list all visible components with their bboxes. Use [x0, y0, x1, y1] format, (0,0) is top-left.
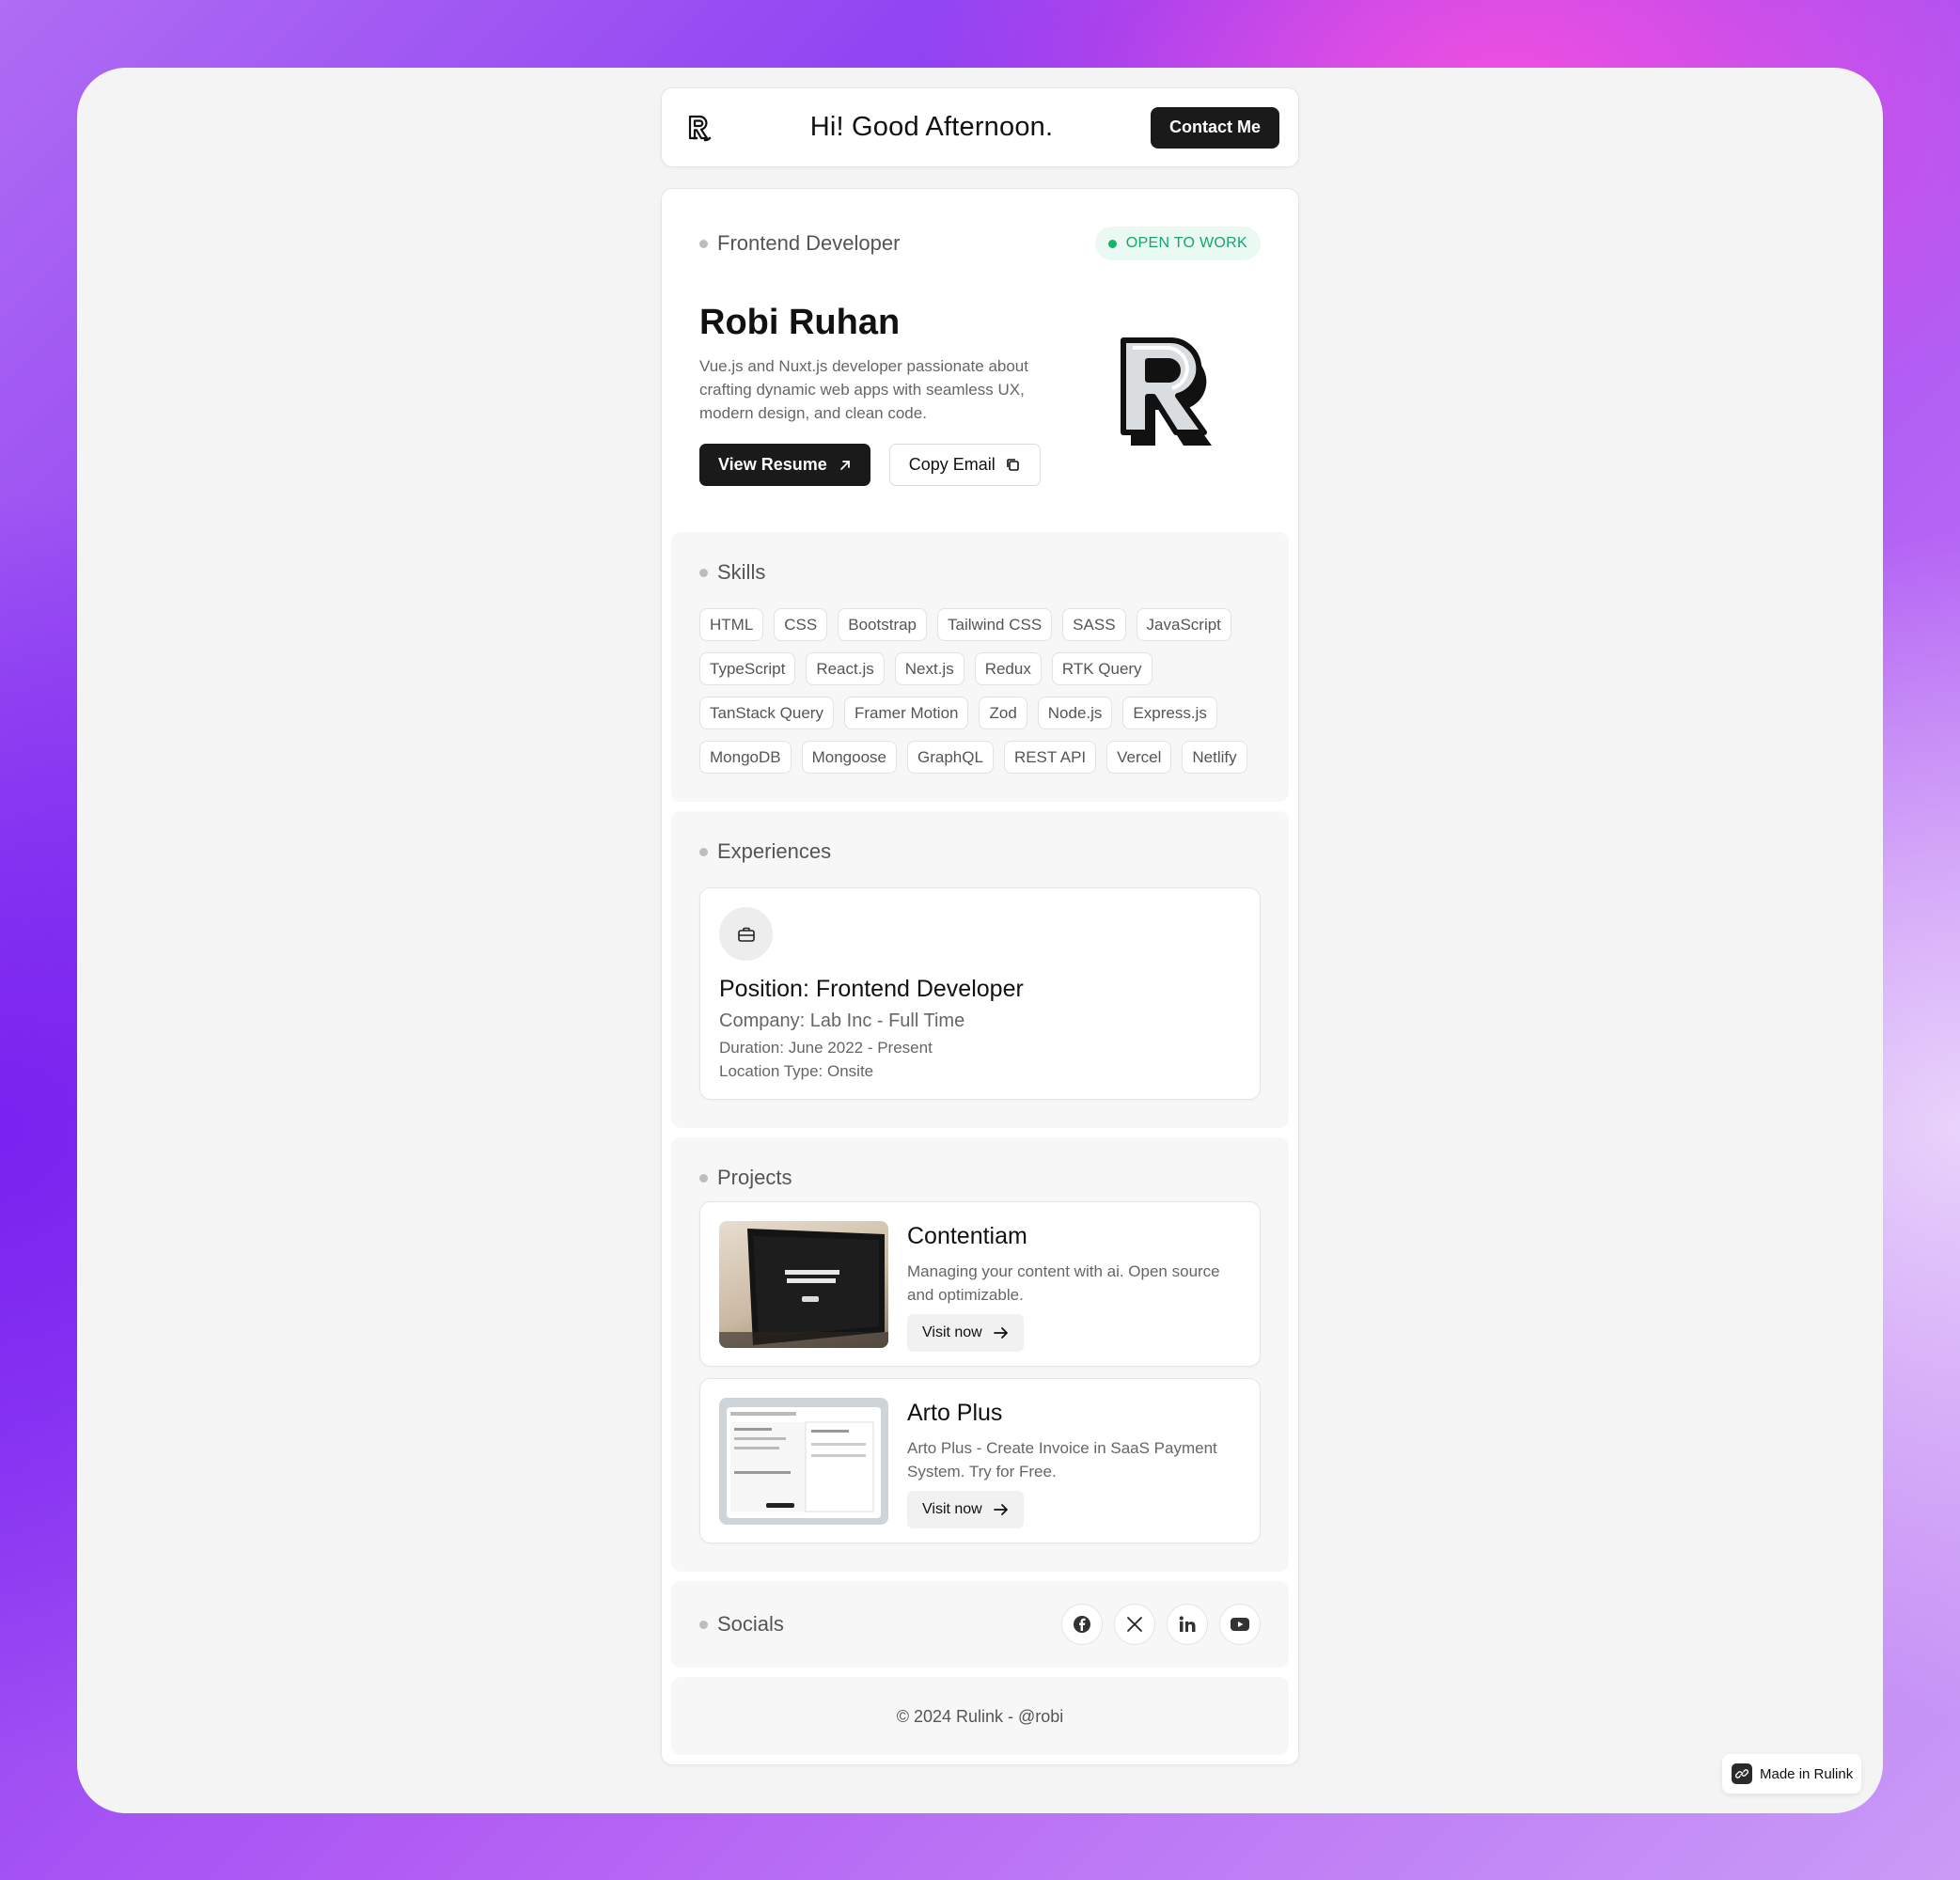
skill-chip: Next.js	[894, 652, 964, 685]
visit-now-label: Visit now	[922, 1324, 982, 1340]
skill-chip: Framer Motion	[843, 697, 969, 729]
status-badge: OPEN TO WORK	[1094, 227, 1261, 260]
socials-section: Socials	[671, 1581, 1289, 1668]
visit-now-label: Visit now	[922, 1501, 982, 1517]
status-text: OPEN TO WORK	[1125, 235, 1247, 251]
experience-duration: Duration: June 2022 - Present	[719, 1039, 933, 1057]
footer-text: © 2024 Rulink - @robi	[896, 1707, 1064, 1726]
role-text: Frontend Developer	[717, 231, 901, 255]
skill-chip: Zod	[979, 697, 1027, 729]
skill-chip: TypeScript	[699, 652, 796, 685]
facebook-icon[interactable]	[1061, 1604, 1103, 1645]
copy-email-label: Copy Email	[908, 455, 996, 474]
skill-chip: React.js	[806, 652, 885, 685]
top-header: Hi! Good Afternoon. Contact Me	[661, 87, 1299, 167]
projects-title: Projects	[717, 1166, 792, 1189]
experience-position: Position: Frontend Developer	[719, 976, 1024, 1002]
made-in-rulink-badge[interactable]: Made in Rulink	[1722, 1754, 1861, 1794]
skill-chip: Redux	[974, 652, 1042, 685]
experience-location: Location Type: Onsite	[719, 1062, 874, 1080]
arrow-right-icon	[993, 1504, 1008, 1515]
skills-list: HTML CSS Bootstrap Tailwind CSS SASS Jav…	[699, 608, 1273, 774]
bullet-dot	[699, 847, 708, 856]
project-thumbnail[interactable]	[719, 1221, 888, 1348]
visit-now-button[interactable]: Visit now	[907, 1314, 1024, 1352]
link-icon	[1732, 1763, 1752, 1784]
skill-chip: Tailwind CSS	[937, 608, 1053, 641]
skill-chip: SASS	[1062, 608, 1126, 641]
made-in-rulink-label: Made in Rulink	[1760, 1765, 1854, 1782]
bullet-dot	[699, 568, 708, 577]
visit-now-button[interactable]: Visit now	[907, 1491, 1024, 1528]
skill-chip: Netlify	[1182, 741, 1247, 774]
project-title: Contentiam	[907, 1223, 1027, 1249]
skill-chip: Mongoose	[801, 741, 897, 774]
brand-logo-large	[1121, 337, 1212, 446]
socials-heading: Socials	[699, 1612, 784, 1637]
briefcase-icon	[719, 907, 773, 961]
project-card: Contentiam Managing your content with ai…	[699, 1201, 1261, 1367]
project-card: Arto Plus Arto Plus - Create Invoice in …	[699, 1378, 1261, 1543]
view-resume-label: View Resume	[718, 455, 827, 474]
skill-chip: GraphQL	[907, 741, 994, 774]
experiences-title: Experiences	[717, 839, 832, 863]
skill-chip: HTML	[699, 608, 764, 641]
experience-company: Company: Lab Inc - Full Time	[719, 1010, 965, 1031]
socials-title: Socials	[717, 1612, 784, 1636]
greeting-text: Hi! Good Afternoon.	[809, 112, 1054, 142]
copy-icon	[1006, 459, 1019, 471]
linkedin-icon[interactable]	[1167, 1604, 1208, 1645]
experience-card: Position: Frontend Developer Company: La…	[699, 887, 1261, 1100]
skills-title: Skills	[717, 560, 766, 584]
bullet-dot	[699, 239, 708, 248]
status-dot	[1107, 239, 1117, 248]
experiences-heading: Experiences	[699, 839, 1261, 864]
skill-chip: Node.js	[1037, 697, 1113, 729]
skill-chip: JavaScript	[1136, 608, 1231, 641]
youtube-icon[interactable]	[1219, 1604, 1261, 1645]
arrow-up-right-icon	[839, 460, 850, 470]
skill-chip: Express.js	[1122, 697, 1217, 729]
projects-heading: Projects	[699, 1166, 1261, 1190]
skill-chip: CSS	[774, 608, 828, 641]
skill-chip: REST API	[1003, 741, 1097, 774]
project-description: Arto Plus - Create Invoice in SaaS Payme…	[907, 1439, 1217, 1480]
skill-chip: MongoDB	[699, 741, 792, 774]
bullet-dot	[699, 1173, 708, 1183]
skill-chip: Vercel	[1106, 741, 1172, 774]
main-card: Frontend Developer OPEN TO WORK Robi Ruh…	[661, 188, 1299, 1765]
skill-chip: Bootstrap	[838, 608, 928, 641]
skills-heading: Skills	[699, 560, 1261, 585]
arrow-right-icon	[993, 1327, 1008, 1339]
skills-section: Skills HTML CSS Bootstrap Tailwind CSS S…	[671, 532, 1289, 802]
hero-section: Frontend Developer OPEN TO WORK Robi Ruh…	[671, 198, 1289, 523]
skill-chip: TanStack Query	[699, 697, 834, 729]
view-resume-button[interactable]: View Resume	[699, 444, 870, 486]
copy-email-button[interactable]: Copy Email	[888, 444, 1041, 486]
bullet-dot	[699, 1620, 708, 1629]
projects-section: Projects Contentiam Managing your conten…	[671, 1137, 1289, 1572]
footer-section: © 2024 Rulink - @robi	[671, 1677, 1289, 1755]
profile-column: Hi! Good Afternoon. Contact Me Frontend …	[661, 87, 1299, 1765]
x-icon[interactable]	[1114, 1604, 1155, 1645]
project-title: Arto Plus	[907, 1400, 1003, 1426]
role-label: Frontend Developer	[699, 231, 900, 256]
project-description: Managing your content with ai. Open sour…	[907, 1262, 1220, 1304]
profile-bio: Vue.js and Nuxt.js developer passionate …	[699, 357, 1028, 422]
skill-chip: RTK Query	[1051, 652, 1152, 685]
logo-icon[interactable]	[686, 114, 713, 142]
contact-button[interactable]: Contact Me	[1150, 106, 1279, 149]
experiences-section: Experiences Position: Frontend Developer…	[671, 811, 1289, 1128]
project-thumbnail[interactable]	[719, 1398, 888, 1525]
